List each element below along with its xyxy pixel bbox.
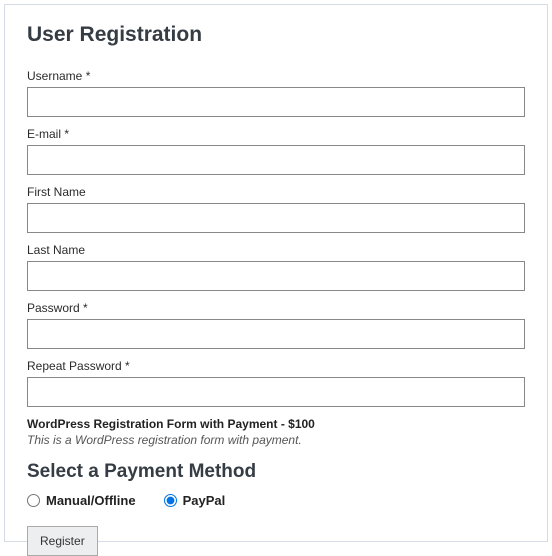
registration-form-container: User Registration Username * E-mail * Fi… <box>4 4 548 542</box>
plan-line: WordPress Registration Form with Payment… <box>27 417 525 431</box>
register-button[interactable]: Register <box>27 526 98 556</box>
field-repeatpassword: Repeat Password * <box>27 359 525 407</box>
label-firstname: First Name <box>27 185 525 199</box>
input-firstname[interactable] <box>27 203 525 233</box>
plan-description: This is a WordPress registration form wi… <box>27 433 525 447</box>
label-username: Username * <box>27 69 525 83</box>
label-paypal: PayPal <box>183 493 226 508</box>
payment-options: Manual/Offline PayPal <box>27 493 525 508</box>
input-password[interactable] <box>27 319 525 349</box>
payment-option-paypal[interactable]: PayPal <box>164 493 226 508</box>
field-lastname: Last Name <box>27 243 525 291</box>
field-username: Username * <box>27 69 525 117</box>
payment-title: Select a Payment Method <box>27 461 525 483</box>
input-lastname[interactable] <box>27 261 525 291</box>
input-username[interactable] <box>27 87 525 117</box>
label-lastname: Last Name <box>27 243 525 257</box>
label-manual: Manual/Offline <box>46 493 136 508</box>
label-email: E-mail * <box>27 127 525 141</box>
field-email: E-mail * <box>27 127 525 175</box>
payment-option-manual[interactable]: Manual/Offline <box>27 493 136 508</box>
radio-manual[interactable] <box>27 494 40 507</box>
radio-paypal[interactable] <box>164 494 177 507</box>
page-title: User Registration <box>27 23 525 47</box>
label-password: Password * <box>27 301 525 315</box>
label-repeatpassword: Repeat Password * <box>27 359 525 373</box>
field-password: Password * <box>27 301 525 349</box>
input-repeatpassword[interactable] <box>27 377 525 407</box>
input-email[interactable] <box>27 145 525 175</box>
field-firstname: First Name <box>27 185 525 233</box>
